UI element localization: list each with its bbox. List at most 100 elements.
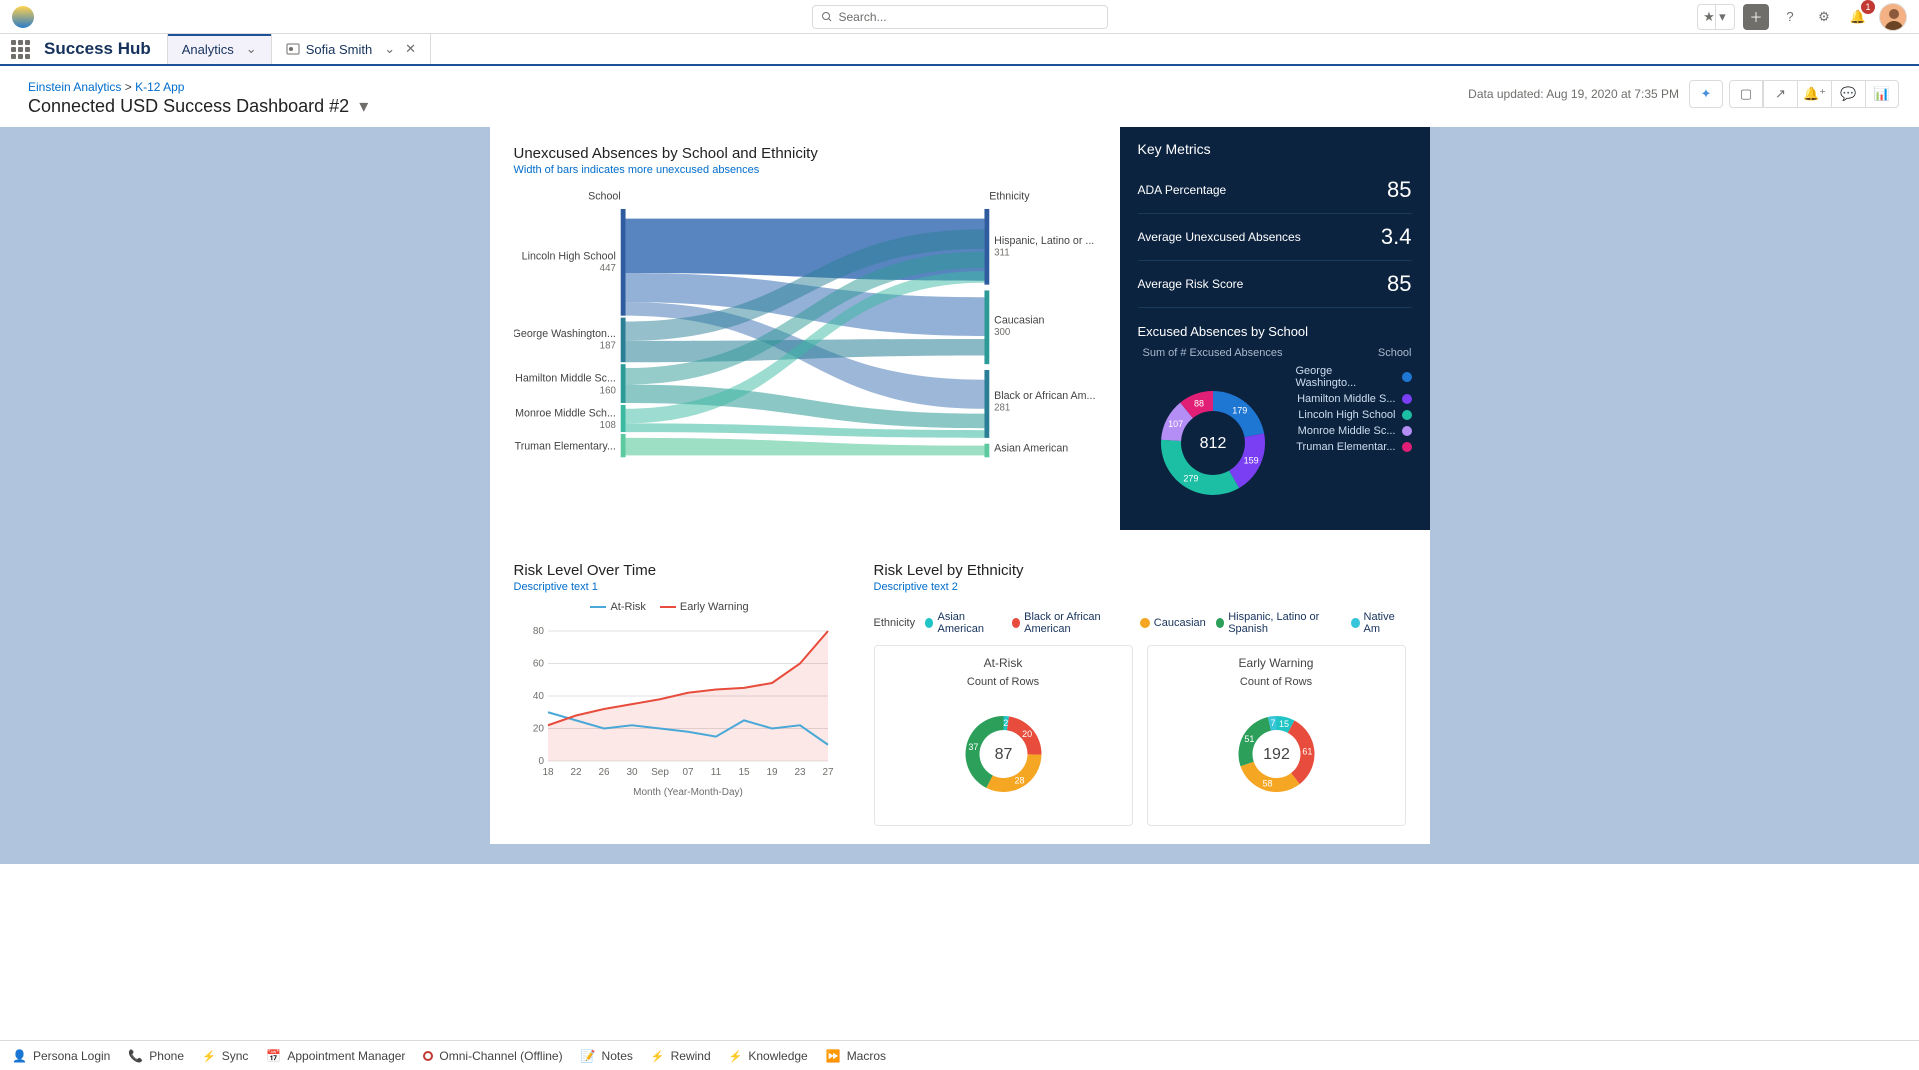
- ethnicity-legend: Ethnicity Asian AmericanBlack or African…: [874, 611, 1406, 635]
- risk-ethnicity-panel: Risk Level by Ethnicity Descriptive text…: [850, 544, 1430, 844]
- svg-text:Asian American: Asian American: [994, 442, 1068, 454]
- annotate-button[interactable]: 💬: [1831, 80, 1865, 108]
- global-search[interactable]: Search...: [812, 5, 1108, 29]
- setup-button[interactable]: ⚙: [1811, 4, 1837, 30]
- data-updated-label: Data updated: Aug 19, 2020 at 7:35 PM: [1468, 87, 1679, 101]
- breadcrumb-link[interactable]: Einstein Analytics: [28, 80, 121, 94]
- search-placeholder: Search...: [839, 10, 887, 24]
- metric-value: 3.4: [1381, 224, 1412, 250]
- metric-label: Average Unexcused Absences: [1138, 230, 1301, 244]
- svg-text:07: 07: [682, 767, 694, 778]
- svg-text:27: 27: [822, 767, 834, 778]
- einstein-button[interactable]: ✦: [1689, 80, 1723, 108]
- presentation-icon: ▢: [1740, 86, 1752, 102]
- share-button[interactable]: ↗: [1763, 80, 1797, 108]
- notifications-button[interactable]: 🔔 1: [1845, 4, 1871, 30]
- svg-text:159: 159: [1243, 455, 1258, 465]
- svg-text:160: 160: [599, 385, 616, 396]
- notification-badge: 1: [1861, 0, 1875, 14]
- question-icon: ?: [1786, 9, 1793, 24]
- svg-text:61: 61: [1302, 746, 1312, 756]
- phone[interactable]: 📞Phone: [128, 1049, 184, 1063]
- help-button[interactable]: ?: [1777, 4, 1803, 30]
- atrisk-card: At-Risk Count of Rows 220283787: [874, 645, 1133, 826]
- svg-text:28: 28: [1014, 776, 1024, 786]
- metric-label: Average Risk Score: [1138, 277, 1244, 291]
- star-icon: ★: [1703, 9, 1715, 25]
- appointment-manager[interactable]: 📅Appointment Manager: [266, 1049, 405, 1063]
- share-icon: ↗: [1775, 86, 1786, 102]
- excused-donut-chart[interactable]: 17915927910788812: [1138, 363, 1288, 513]
- atrisk-donut[interactable]: 220283787: [885, 692, 1122, 812]
- tab-label: Sofia Smith: [306, 42, 372, 57]
- panel-subtitle: Width of bars indicates more unexcused a…: [514, 164, 1096, 176]
- svg-text:22: 22: [570, 767, 582, 778]
- dashboard-canvas: Unexcused Absences by School and Ethnici…: [0, 127, 1919, 864]
- omni-channel[interactable]: Omni-Channel (Offline): [423, 1049, 562, 1063]
- svg-text:60: 60: [532, 659, 544, 670]
- favorites-button[interactable]: ★ ▾: [1697, 4, 1735, 30]
- panel-subtitle: Descriptive text 1: [514, 581, 826, 593]
- svg-text:30: 30: [626, 767, 638, 778]
- svg-text:26: 26: [598, 767, 610, 778]
- tab-analytics[interactable]: Analytics ⌄: [167, 34, 272, 64]
- title-dropdown[interactable]: ▾: [359, 96, 368, 117]
- notes[interactable]: 📝Notes: [581, 1049, 633, 1063]
- svg-text:87: 87: [994, 746, 1012, 763]
- card-title: Early Warning: [1158, 656, 1395, 670]
- metric-label: ADA Percentage: [1138, 183, 1227, 197]
- svg-text:11: 11: [710, 767, 721, 778]
- chevron-down-icon[interactable]: ⌄: [246, 41, 257, 57]
- svg-text:0: 0: [538, 756, 544, 767]
- global-header: Search... ★ ▾ ＋ ? ⚙ 🔔 1: [0, 0, 1919, 34]
- svg-text:58: 58: [1262, 779, 1272, 789]
- user-avatar[interactable]: [1879, 3, 1907, 31]
- calendar-icon: 📅: [266, 1049, 281, 1063]
- svg-text:40: 40: [532, 691, 544, 702]
- sparkle-icon: ✦: [1701, 86, 1712, 102]
- chevron-down-icon: ▾: [1715, 5, 1729, 29]
- svg-text:107: 107: [1168, 419, 1183, 429]
- persona-login[interactable]: 👤Persona Login: [12, 1049, 110, 1063]
- sankey-chart[interactable]: School Ethnicity Lincoln Hi: [514, 176, 1096, 477]
- app-logo: [12, 6, 34, 28]
- sync[interactable]: Sync: [202, 1049, 248, 1063]
- svg-text:20: 20: [532, 724, 544, 735]
- add-button[interactable]: ＋: [1743, 4, 1769, 30]
- svg-text:37: 37: [968, 742, 978, 752]
- tab-contact[interactable]: Sofia Smith ⌄ ✕: [272, 34, 431, 64]
- person-icon: 👤: [12, 1049, 27, 1063]
- present-button[interactable]: ▢: [1729, 80, 1763, 108]
- line-legend: At-RiskEarly Warning: [514, 601, 826, 613]
- breadcrumb: Einstein Analytics > K-12 App: [28, 80, 368, 94]
- bolt-icon: [729, 1049, 743, 1063]
- avatar-image: [1880, 3, 1906, 31]
- utility-bar: 👤Persona Login 📞Phone Sync 📅Appointment …: [0, 1040, 1919, 1070]
- bar-chart-icon: 📊: [1874, 86, 1890, 102]
- knowledge[interactable]: Knowledge: [729, 1049, 808, 1063]
- macros[interactable]: ⏩Macros: [826, 1049, 886, 1063]
- chevron-down-icon[interactable]: ⌄: [384, 41, 395, 57]
- explore-button[interactable]: 📊: [1865, 80, 1899, 108]
- early-donut[interactable]: 156158517192: [1158, 692, 1395, 812]
- card-title: At-Risk: [885, 656, 1122, 670]
- breadcrumb-link[interactable]: K-12 App: [135, 80, 184, 94]
- page-title: Connected USD Success Dashboard #2 ▾: [28, 96, 368, 117]
- close-icon[interactable]: ✕: [405, 41, 416, 57]
- svg-text:15: 15: [1279, 719, 1289, 729]
- note-icon: 📝: [581, 1049, 596, 1063]
- risk-time-chart[interactable]: 02040608018222630Sep071115192327Month (Y…: [514, 621, 834, 801]
- svg-text:23: 23: [794, 767, 806, 778]
- svg-text:19: 19: [766, 767, 778, 778]
- plus-icon: ＋: [1749, 7, 1762, 26]
- rewind[interactable]: Rewind: [651, 1049, 711, 1063]
- app-launcher[interactable]: [0, 34, 40, 64]
- panel-title: Unexcused Absences by School and Ethnici…: [514, 145, 1096, 162]
- app-name: Success Hub: [40, 34, 167, 64]
- panel-title: Excused Absences by School: [1138, 324, 1412, 339]
- tab-label: Analytics: [182, 42, 234, 57]
- svg-text:311: 311: [994, 248, 1009, 259]
- svg-text:18: 18: [542, 767, 554, 778]
- svg-text:15: 15: [738, 767, 750, 778]
- subscribe-button[interactable]: 🔔⁺: [1797, 80, 1831, 108]
